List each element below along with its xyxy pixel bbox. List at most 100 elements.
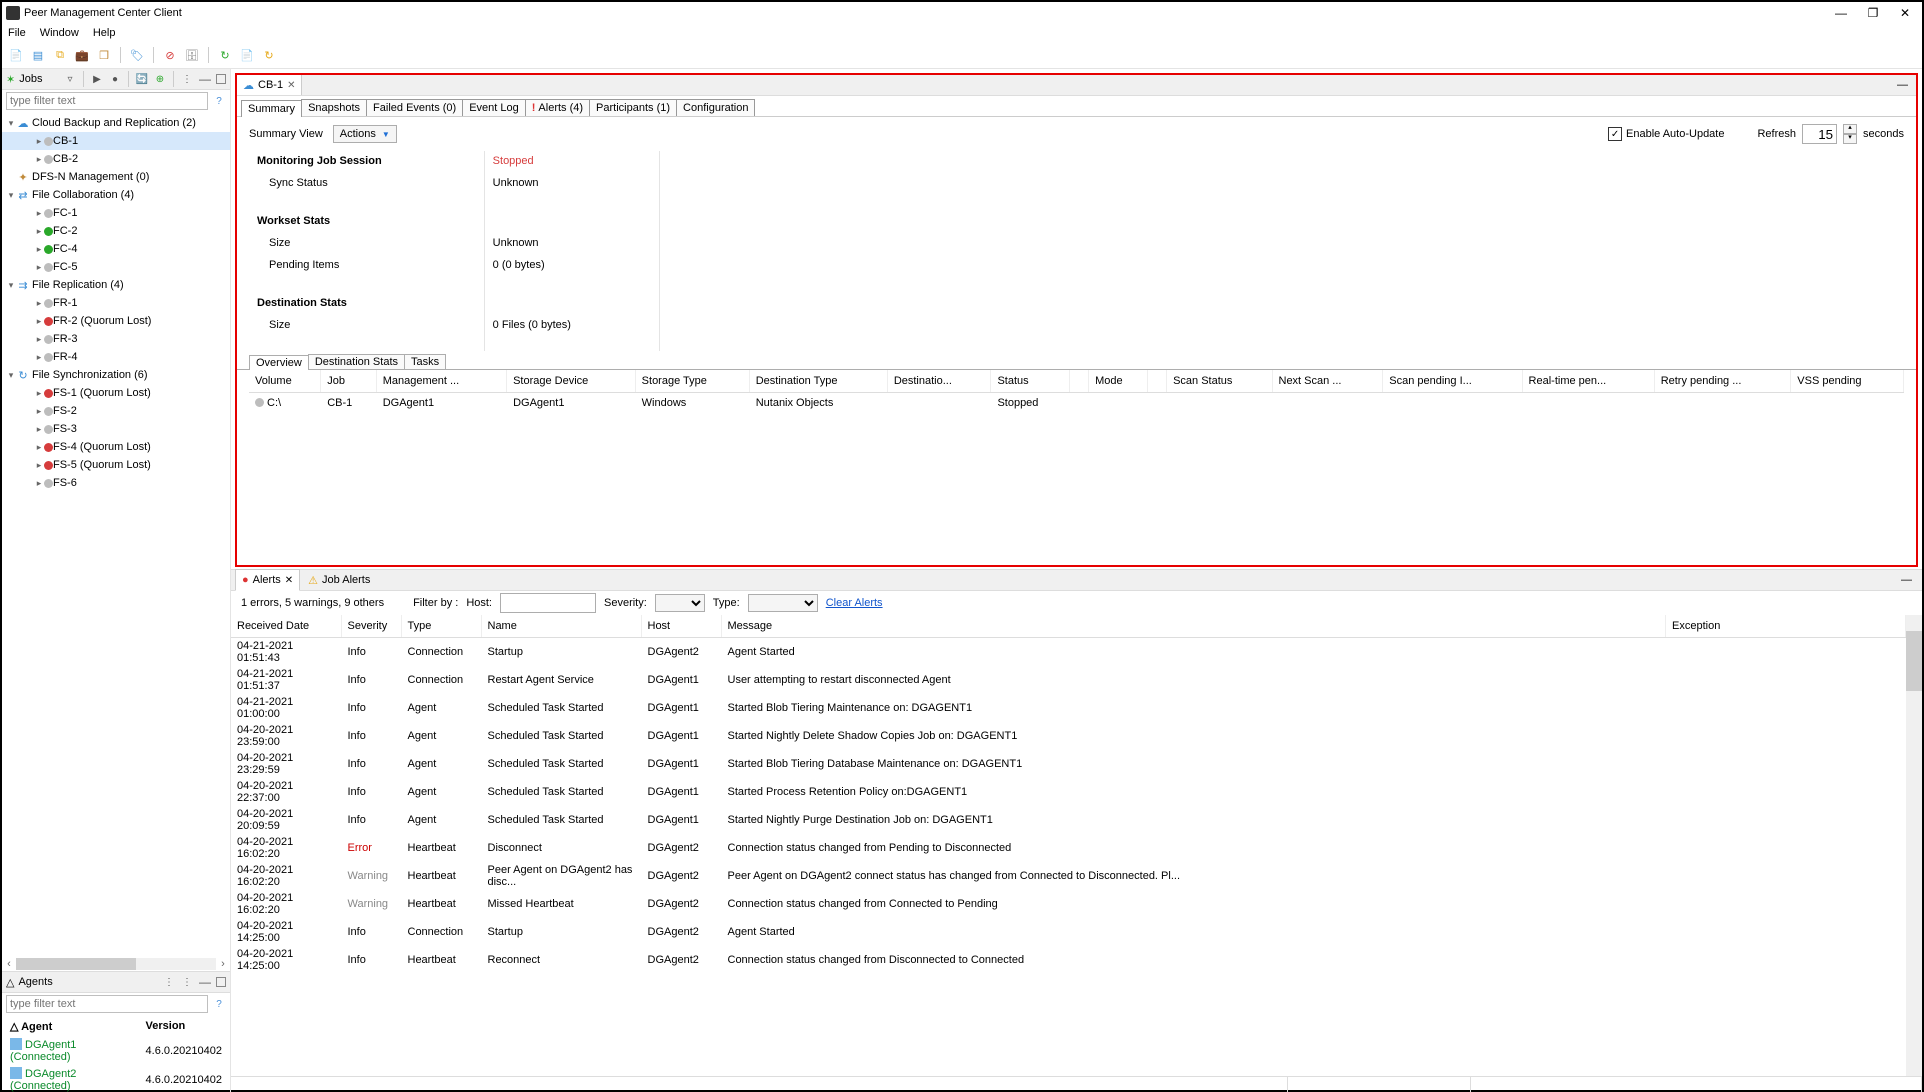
alert-row[interactable]: 04-20-2021 16:02:20WarningHeartbeatPeer … (231, 862, 1906, 890)
column-header[interactable]: Job (321, 370, 376, 393)
column-header[interactable]: Storage Type (635, 370, 749, 393)
tree-item[interactable]: ▸ FR-2 (Quorum Lost) (2, 312, 230, 330)
toolbar-stack-icon[interactable]: ❒ (96, 47, 112, 63)
toolbar-play-icon[interactable]: ↻ (217, 47, 233, 63)
stop-icon[interactable]: ● (108, 72, 122, 86)
tree-item[interactable]: ▸ FS-4 (Quorum Lost) (2, 438, 230, 456)
maximize-pane-icon[interactable] (216, 74, 226, 84)
agent-row[interactable]: DGAgent1 (Connected)4.6.0.20210402 (4, 1037, 228, 1064)
column-header[interactable]: Destination Type (749, 370, 887, 393)
menu-window[interactable]: Window (40, 27, 79, 39)
alerts-tab[interactable]: ●Alerts✕ (235, 569, 300, 591)
inner-tab[interactable]: Summary (241, 100, 302, 117)
agents-menu2-icon[interactable]: ⋮ (180, 975, 194, 989)
column-header[interactable] (1148, 370, 1167, 393)
column-header[interactable]: Received Date (231, 615, 341, 638)
actions-button[interactable]: Actions▼ (333, 125, 397, 143)
alert-row[interactable]: 04-20-2021 20:09:59InfoAgentScheduled Ta… (231, 806, 1906, 834)
agents-filter-input[interactable] (6, 995, 208, 1013)
toolbar-tag-icon[interactable]: 🏷 (129, 47, 145, 63)
tree-item[interactable]: ▸ FC-2 (2, 222, 230, 240)
toolbar-refresh-icon[interactable]: ↻ (261, 47, 277, 63)
tree-item[interactable]: ▸ FR-4 (2, 348, 230, 366)
tree-item[interactable]: ▸ FC-1 (2, 204, 230, 222)
tree-item[interactable]: ▸ FS-6 (2, 474, 230, 492)
close-button[interactable]: ✕ (1898, 6, 1912, 20)
tree-group[interactable]: ✦DFS-N Management (0) (2, 168, 230, 186)
tree-item[interactable]: ▸ FC-4 (2, 240, 230, 258)
alert-row[interactable]: 04-20-2021 23:59:00InfoAgentScheduled Ta… (231, 722, 1906, 750)
column-header[interactable]: Exception (1666, 615, 1906, 638)
column-header[interactable]: Retry pending ... (1654, 370, 1791, 393)
mini-tab[interactable]: Tasks (404, 354, 446, 369)
auto-update-checkbox[interactable]: ✓Enable Auto-Update (1608, 127, 1724, 141)
inner-tab[interactable]: Configuration (676, 99, 755, 116)
menu-help[interactable]: Help (93, 27, 116, 39)
inner-tab[interactable]: Participants (1) (589, 99, 677, 116)
alert-row[interactable]: 04-20-2021 16:02:20WarningHeartbeatMisse… (231, 890, 1906, 918)
tree-group[interactable]: ▾↻File Synchronization (6) (2, 366, 230, 384)
column-header[interactable]: Mode (1089, 370, 1148, 393)
column-header[interactable]: Severity (341, 615, 401, 638)
mini-tab[interactable]: Overview (249, 355, 309, 370)
agents-col-version[interactable]: Version (140, 1017, 228, 1035)
tree-group[interactable]: ▾⇉File Replication (4) (2, 276, 230, 294)
refresh-value-input[interactable] (1802, 124, 1837, 144)
toolbar-stop-icon[interactable]: ⊘ (162, 47, 178, 63)
column-header[interactable]: Next Scan ... (1272, 370, 1383, 393)
column-header[interactable]: VSS pending (1791, 370, 1904, 393)
column-header[interactable]: Scan pending I... (1383, 370, 1522, 393)
toolbar-briefcase-icon[interactable]: 💼 (74, 47, 90, 63)
menu-icon[interactable]: ⋮ (180, 72, 194, 86)
toolbar-new-icon[interactable]: 📄 (8, 47, 24, 63)
alert-row[interactable]: 04-20-2021 22:37:00InfoAgentScheduled Ta… (231, 778, 1906, 806)
help-icon[interactable]: ? (212, 94, 226, 108)
column-header[interactable]: Management ... (376, 370, 506, 393)
maximize-button[interactable]: ❐ (1866, 6, 1880, 20)
severity-filter[interactable] (655, 594, 705, 612)
column-header[interactable]: Name (481, 615, 641, 638)
minimize-button[interactable]: — (1834, 6, 1848, 20)
column-header[interactable]: Host (641, 615, 721, 638)
new-job-icon[interactable]: ⊕ (153, 72, 167, 86)
refresh-icon[interactable]: 🔄 (135, 72, 149, 86)
alerts-minimize-icon[interactable]: — (1901, 574, 1912, 586)
filter-icon[interactable]: ▿ (63, 72, 77, 86)
editor-tab-cb1[interactable]: ☁ CB-1 ✕ (237, 75, 302, 95)
horizontal-scrollbar[interactable]: ‹ › (2, 957, 230, 971)
menu-file[interactable]: File (8, 27, 26, 39)
vertical-scrollbar[interactable] (1906, 615, 1922, 1076)
tree-item[interactable]: ▸ CB-2 (2, 150, 230, 168)
editor-minimize-icon[interactable]: — (1893, 79, 1912, 91)
alert-row[interactable]: 04-20-2021 23:29:59InfoAgentScheduled Ta… (231, 750, 1906, 778)
tree-item[interactable]: ▸ FR-1 (2, 294, 230, 312)
tree-group[interactable]: ▾⇄File Collaboration (4) (2, 186, 230, 204)
agents-col-agent[interactable]: Agent (21, 1021, 52, 1033)
column-header[interactable]: Real-time pen... (1522, 370, 1654, 393)
close-tab-icon[interactable]: ✕ (287, 80, 295, 91)
agents-menu-icon[interactable]: ⋮ (162, 975, 176, 989)
column-header[interactable]: Destinatio... (887, 370, 991, 393)
play-icon[interactable]: ▶ (90, 72, 104, 86)
inner-tab[interactable]: Failed Events (0) (366, 99, 463, 116)
agents-help-icon[interactable]: ? (212, 997, 226, 1011)
inner-tab[interactable]: !Alerts (4) (525, 99, 590, 116)
spinner-down-icon[interactable]: ▾ (1843, 134, 1857, 144)
column-header[interactable]: Volume (249, 370, 321, 393)
column-header[interactable] (1070, 370, 1089, 393)
tree-group[interactable]: ▾☁Cloud Backup and Replication (2) (2, 114, 230, 132)
alert-row[interactable]: 04-21-2021 01:51:43InfoConnectionStartup… (231, 638, 1906, 667)
inner-tab[interactable]: Event Log (462, 99, 526, 116)
close-icon[interactable]: ✕ (285, 575, 293, 586)
tree-item[interactable]: ▸ FS-3 (2, 420, 230, 438)
column-header[interactable]: Message (721, 615, 1666, 638)
job-alerts-tab[interactable]: ⚠Job Alerts (302, 570, 376, 590)
tree-item[interactable]: ▸ CB-1 (2, 132, 230, 150)
tree-item[interactable]: ▸ FS-1 (Quorum Lost) (2, 384, 230, 402)
tree-item[interactable]: ▸ FR-3 (2, 330, 230, 348)
agents-maximize-icon[interactable] (216, 977, 226, 987)
tree-item[interactable]: ▸ FS-2 (2, 402, 230, 420)
minimize-pane-icon[interactable]: — (198, 72, 212, 86)
toolbar-copy-icon[interactable]: ⧉ (52, 47, 68, 63)
spinner-up-icon[interactable]: ▴ (1843, 124, 1857, 134)
